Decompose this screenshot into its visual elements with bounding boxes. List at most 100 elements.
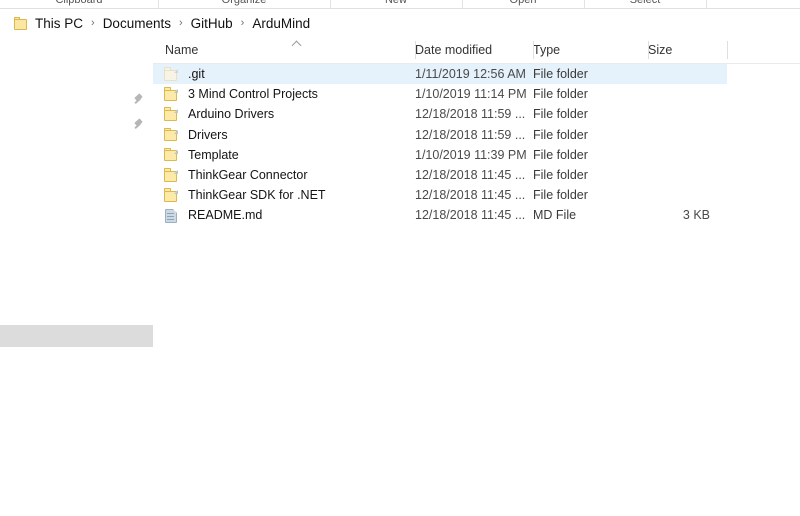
folder-icon	[163, 127, 180, 142]
sidebar-item-label: Downloads	[0, 357, 153, 371]
folder-icon	[14, 16, 28, 30]
file-name-label: Template	[188, 147, 239, 162]
file-name-cell[interactable]: ThinkGear SDK for .NET	[163, 185, 326, 205]
file-name-cell[interactable]: Drivers	[163, 125, 228, 145]
file-date-cell: 1/10/2019 11:39 PM	[415, 147, 527, 162]
sidebar-item-downloads[interactable]: Downloads	[0, 353, 153, 375]
table-row[interactable]: ThinkGear SDK for .NET 12/18/2018 11:45 .…	[153, 185, 727, 205]
file-name-cell[interactable]: .git	[163, 64, 205, 84]
file-date-cell: 1/10/2019 11:14 PM	[415, 87, 527, 102]
sidebar-item-label: Downloads	[0, 161, 153, 175]
file-name-label: 3 Mind Control Projects	[188, 87, 318, 102]
file-name-cell[interactable]: ThinkGear Connector	[163, 165, 308, 185]
sidebar-item-label: Living Room	[0, 139, 153, 153]
file-type-cell: File folder	[533, 127, 588, 142]
column-header-type[interactable]: Type	[533, 36, 560, 64]
table-row[interactable]: Template 1/10/2019 11:39 PM File folder	[153, 145, 727, 165]
breadcrumb[interactable]: This PC › Documents › GitHub › ArduMind	[31, 15, 314, 32]
file-date-cell: 12/18/2018 11:45 ...	[415, 208, 526, 223]
file-list-pane[interactable]: Name Date modified Type Size .git 1/11/20…	[153, 36, 800, 516]
file-type-cell: MD File	[533, 208, 577, 223]
file-explorer-window: Clipboard Organize New Open Select This PC › D…	[0, 0, 800, 516]
file-name-label: Drivers	[188, 127, 228, 142]
folder-icon	[163, 188, 180, 203]
sort-ascending-icon	[291, 39, 302, 46]
sidebar-item-label: Local Disk (C:)	[0, 453, 153, 467]
file-name-cell[interactable]: Template	[163, 145, 239, 165]
file-type-cell: File folder	[533, 188, 588, 203]
file-size-cell	[648, 64, 710, 84]
folder-icon	[163, 87, 180, 102]
file-type-cell: File folder	[533, 67, 588, 81]
file-date-cell: 12/18/2018 11:59 ...	[415, 107, 526, 122]
file-size-cell	[648, 104, 710, 124]
table-row[interactable]: ThinkGear Connector 12/18/2018 11:45 ... F…	[153, 165, 727, 185]
file-type-cell: File folder	[533, 107, 588, 122]
folder-icon	[163, 147, 180, 162]
address-bar[interactable]: This PC › Documents › GitHub › ArduMind	[0, 10, 800, 36]
sidebar-item-label: Desktop	[0, 92, 133, 106]
file-type-cell: File folder	[533, 167, 588, 182]
file-type-cell: File folder	[533, 87, 588, 102]
sidebar-item-label: Pictures	[0, 117, 133, 131]
table-row[interactable]: Drivers 12/18/2018 11:59 ... File folder	[153, 125, 727, 145]
sidebar-item-living-room[interactable]: Living Room	[0, 135, 153, 157]
file-size-cell	[648, 145, 710, 165]
file-type-cell: File folder	[533, 147, 588, 162]
file-name-label: ThinkGear Connector	[188, 167, 308, 182]
breadcrumb-item-github[interactable]: GitHub	[187, 15, 237, 32]
breadcrumb-separator-icon: ›	[91, 17, 95, 29]
folder-hidden-icon	[163, 67, 180, 82]
file-name-cell[interactable]: README.md	[163, 205, 262, 225]
column-header-row[interactable]: Name Date modified Type Size	[153, 36, 800, 64]
file-size-cell: 3 KB	[682, 208, 710, 223]
table-row[interactable]: 3 Mind Control Projects 1/10/2019 11:14 P…	[153, 84, 727, 104]
sidebar-item-local-disk-c-[interactable]: Local Disk (C:)	[0, 449, 153, 471]
column-divider[interactable]	[533, 41, 534, 59]
column-divider[interactable]	[415, 41, 416, 59]
column-header-date[interactable]: Date modified	[415, 36, 492, 64]
column-divider[interactable]	[727, 41, 728, 59]
breadcrumb-item-this-pc[interactable]: This PC	[31, 15, 87, 32]
file-name-cell[interactable]: 3 Mind Control Projects	[163, 84, 318, 104]
ribbon-divider	[0, 8, 800, 9]
navigation-pane[interactable]: Quick access Desktop Pictures Living Room Do…	[0, 36, 153, 516]
pin-icon[interactable]	[133, 119, 144, 130]
breadcrumb-separator-icon: ›	[178, 17, 183, 29]
file-list[interactable]: .git 1/11/2019 12:56 AM File folder 3 Mind …	[153, 64, 800, 516]
sidebar-item-downloads[interactable]: Downloads	[0, 157, 153, 179]
file-size-cell	[648, 185, 710, 205]
column-header-size[interactable]: Size	[648, 36, 672, 64]
sidebar-item-label: This PC	[0, 329, 153, 343]
pin-icon[interactable]	[133, 94, 144, 105]
column-header-name[interactable]: Name	[165, 36, 198, 64]
file-name-cell[interactable]: Arduino Drivers	[163, 104, 274, 124]
breadcrumb-separator-icon: ›	[240, 17, 245, 29]
table-row[interactable]: .git 1/11/2019 12:56 AM File folder	[153, 64, 727, 85]
file-size-cell	[648, 84, 710, 104]
column-divider[interactable]	[648, 41, 649, 59]
folder-icon	[163, 168, 180, 183]
table-row[interactable]: Arduino Drivers 12/18/2018 11:59 ... File …	[153, 104, 727, 124]
md-file-icon	[163, 208, 180, 223]
table-row[interactable]: README.md 12/18/2018 11:45 ... MD File 3 KB	[153, 205, 727, 225]
breadcrumb-item-ardumind[interactable]: ArduMind	[248, 15, 314, 32]
file-name-label: .git	[188, 67, 205, 81]
sidebar-item-label: Quick access	[0, 74, 153, 88]
file-date-cell: 12/18/2018 11:45 ...	[415, 167, 526, 182]
sidebar-item-desktop[interactable]: Desktop	[0, 88, 153, 110]
sidebar-item-this-pc[interactable]: This PC	[0, 325, 153, 347]
file-size-cell	[648, 165, 710, 185]
file-name-label: ThinkGear SDK for .NET	[188, 188, 326, 203]
sidebar-item-documents[interactable]: Documents	[0, 289, 153, 311]
file-size-cell	[648, 125, 710, 145]
breadcrumb-item-documents[interactable]: Documents	[99, 15, 175, 32]
file-name-label: README.md	[188, 208, 263, 223]
file-date-cell: 1/11/2019 12:56 AM	[415, 67, 526, 81]
file-name-label: Arduino Drivers	[188, 107, 275, 122]
file-date-cell: 12/18/2018 11:45 ...	[415, 188, 526, 203]
sidebar-item-pictures[interactable]: Pictures	[0, 113, 153, 135]
folder-icon	[163, 107, 180, 122]
file-date-cell: 12/18/2018 11:59 ...	[415, 127, 526, 142]
sidebar-item-label: Documents	[0, 293, 153, 307]
